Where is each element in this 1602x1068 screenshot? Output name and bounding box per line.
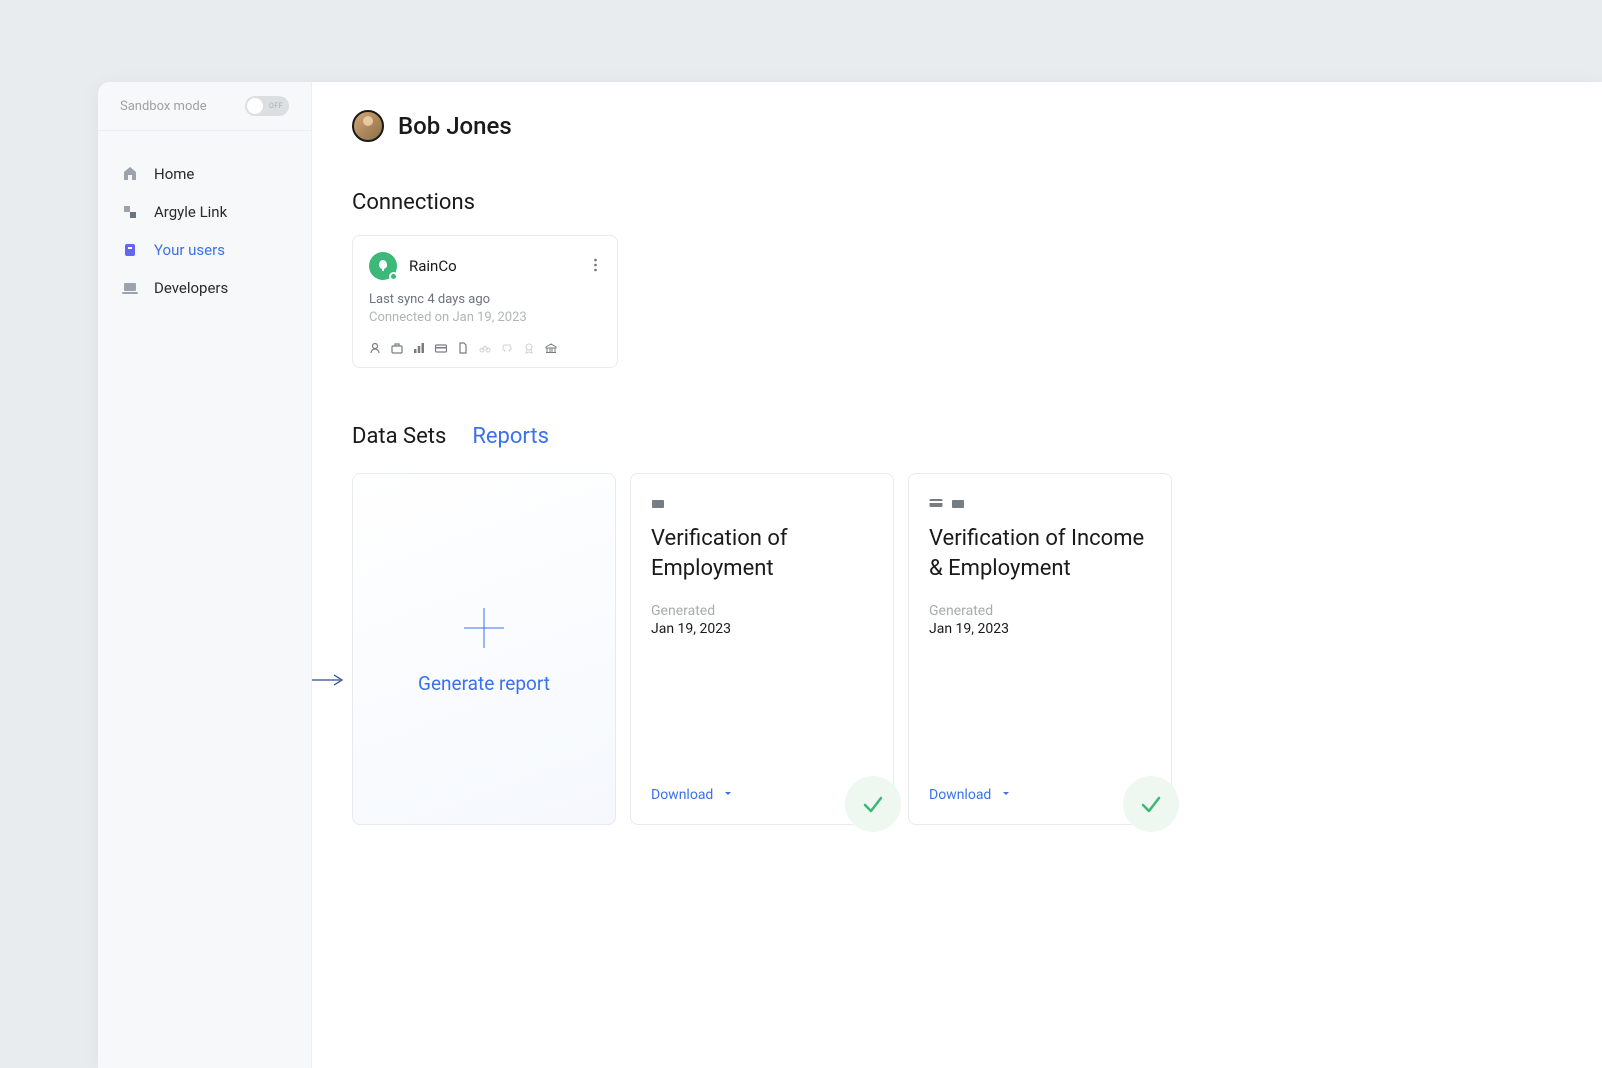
user-header: Bob Jones xyxy=(352,110,1562,142)
link-icon xyxy=(122,204,138,220)
plus-icon xyxy=(460,604,508,652)
chart-icon xyxy=(413,339,425,351)
connection-logo xyxy=(369,252,397,280)
report-generated-date: Jan 19, 2023 xyxy=(651,621,873,637)
connection-name: RainCo xyxy=(409,257,457,275)
download-button[interactable]: Download xyxy=(651,786,735,804)
more-button[interactable] xyxy=(590,253,601,280)
card-icons xyxy=(651,494,873,506)
sidebar: Sandbox mode OFF Home Argyle Link xyxy=(98,82,312,1068)
connection-left: RainCo xyxy=(369,252,457,280)
laptop-icon xyxy=(122,280,138,296)
report-card-voie: Verification of Income & Employment Gene… xyxy=(908,473,1172,825)
connection-card: RainCo Last sync 4 days ago Connected on… xyxy=(352,235,618,368)
connection-header: RainCo xyxy=(369,252,601,280)
card-icon xyxy=(929,494,943,506)
sandbox-label: Sandbox mode xyxy=(120,99,207,114)
connections-title: Connections xyxy=(352,190,1562,215)
card-icons xyxy=(929,494,1151,506)
download-icon xyxy=(999,786,1013,804)
sidebar-item-label: Home xyxy=(154,165,194,183)
generate-report-label: Generate report xyxy=(418,672,550,695)
report-card-voe: Verification of Employment Generated Jan… xyxy=(630,473,894,825)
sidebar-item-home[interactable]: Home xyxy=(98,155,311,193)
toggle-knob xyxy=(247,98,263,114)
check-badge xyxy=(845,776,901,832)
sidebar-item-argyle-link[interactable]: Argyle Link xyxy=(98,193,311,231)
report-generated-label: Generated xyxy=(651,603,873,619)
report-generated-date: Jan 19, 2023 xyxy=(929,621,1151,637)
sidebar-nav: Home Argyle Link Your users Developers xyxy=(98,131,311,331)
person-icon xyxy=(369,339,381,351)
reports-row: Generate report Verification of Employme… xyxy=(352,473,1562,825)
briefcase-icon xyxy=(951,494,965,506)
badge-icon xyxy=(523,339,535,351)
sandbox-mode-row: Sandbox mode OFF xyxy=(98,82,311,131)
bank-icon xyxy=(545,339,557,351)
sidebar-item-label: Developers xyxy=(154,279,228,297)
sidebar-item-developers[interactable]: Developers xyxy=(98,269,311,307)
connection-last-sync: Last sync 4 days ago xyxy=(369,292,601,307)
bike-icon xyxy=(479,339,491,351)
sandbox-toggle[interactable]: OFF xyxy=(245,96,289,116)
report-title: Verification of Employment xyxy=(651,524,873,583)
sidebar-item-label: Argyle Link xyxy=(154,203,227,221)
download-button[interactable]: Download xyxy=(929,786,1013,804)
main-content: Bob Jones Connections RainCo Last sync 4… xyxy=(312,82,1602,1068)
briefcase-icon xyxy=(391,339,403,351)
report-generated-label: Generated xyxy=(929,603,1151,619)
tab-datasets[interactable]: Data Sets xyxy=(352,424,446,449)
briefcase-icon xyxy=(651,494,665,506)
tab-reports[interactable]: Reports xyxy=(472,424,549,449)
download-label: Download xyxy=(929,787,991,803)
status-dot-icon xyxy=(389,272,398,281)
sidebar-item-your-users[interactable]: Your users xyxy=(98,231,311,269)
connection-data-icons xyxy=(369,339,601,351)
download-icon xyxy=(721,786,735,804)
app-window: Sandbox mode OFF Home Argyle Link xyxy=(98,82,1602,1068)
annotation-arrow-icon xyxy=(312,672,348,686)
home-icon xyxy=(122,166,138,182)
connection-connected-on: Connected on Jan 19, 2023 xyxy=(369,310,601,325)
document-icon xyxy=(457,339,469,351)
generate-report-card[interactable]: Generate report xyxy=(352,473,616,825)
car-icon xyxy=(501,339,513,351)
card-icon xyxy=(435,339,447,351)
tabs: Data Sets Reports xyxy=(352,424,1562,449)
check-badge xyxy=(1123,776,1179,832)
sidebar-item-label: Your users xyxy=(154,241,225,259)
toggle-text: OFF xyxy=(269,102,283,110)
users-icon xyxy=(122,242,138,258)
download-label: Download xyxy=(651,787,713,803)
report-title: Verification of Income & Employment xyxy=(929,524,1151,583)
avatar xyxy=(352,110,384,142)
user-name: Bob Jones xyxy=(398,112,512,140)
